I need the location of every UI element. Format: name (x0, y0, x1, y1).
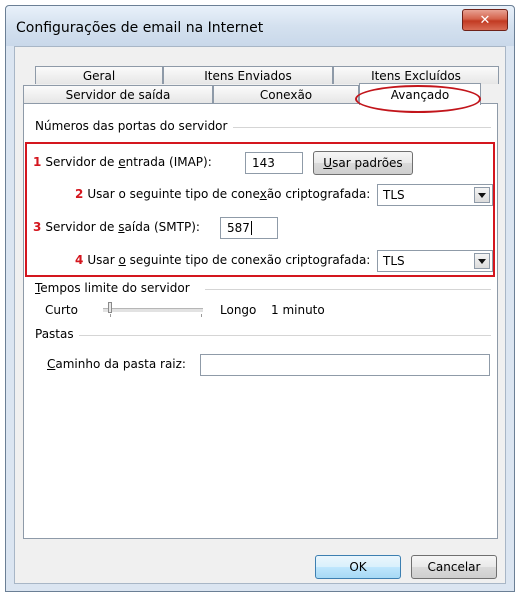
tab-label: Conexão (259, 87, 313, 102)
close-icon: ✕ (479, 12, 491, 28)
tab-label: Itens Excluídos (371, 68, 461, 83)
dialog-body: Geral Itens Enviados Itens Excluídos Ser… (14, 46, 506, 584)
window-title: Configurações de email na Internet (16, 20, 264, 36)
dropdown-arrow-icon[interactable] (474, 187, 490, 203)
incoming-server-label: 1 Servidor de entrada (IMAP): (33, 155, 212, 169)
outgoing-encryption-label: 4 Usar o seguinte tipo de conexão criptog… (75, 253, 371, 267)
folders-section-title: Pastas (35, 327, 74, 341)
tab-geral[interactable]: Geral (35, 66, 163, 84)
outgoing-encryption-select[interactable]: TLS (377, 250, 493, 272)
root-folder-path-label: Caminho da pasta raiz: (47, 357, 186, 371)
timeout-short-label: Curto (45, 303, 78, 317)
title-bar[interactable]: Configurações de email na Internet ✕ (6, 6, 514, 46)
annotation-number-2: 2 (75, 187, 84, 201)
root-folder-path-input[interactable] (200, 354, 490, 376)
cancel-button[interactable]: Cancelar (411, 555, 497, 579)
tab-servidor-de-saida[interactable]: Servidor de saída (23, 85, 213, 103)
tab-label: Geral (82, 68, 116, 83)
slider-tick (201, 314, 202, 317)
incoming-encryption-label: 2 Usar o seguinte tipo de conexão criptog… (75, 187, 371, 201)
incoming-port-input[interactable]: 143 (245, 152, 303, 174)
close-button[interactable]: ✕ (462, 9, 508, 31)
tab-label: Servidor de saída (65, 87, 171, 102)
timeouts-section-title: Tempos limite do servidor (35, 281, 190, 295)
annotation-ellipse (355, 85, 481, 113)
text-cursor (250, 221, 252, 235)
slider-tick (110, 314, 111, 317)
tab-label: Itens Enviados (204, 68, 292, 83)
timeout-slider-thumb[interactable] (108, 302, 112, 313)
outgoing-server-label: 3 Servidor de saída (SMTP): (33, 220, 200, 234)
timeout-long-label: Longo (220, 303, 257, 317)
dropdown-arrow-icon[interactable] (474, 253, 490, 269)
timeout-slider-track[interactable] (103, 308, 203, 312)
tab-conexao[interactable]: Conexão (213, 85, 359, 103)
dialog-window: Configurações de email na Internet ✕ Ger… (5, 5, 515, 592)
annotation-number-3: 3 (33, 220, 42, 234)
annotation-number-4: 4 (75, 253, 84, 267)
timeouts-section-separator (205, 289, 491, 290)
incoming-encryption-select[interactable]: TLS (377, 184, 493, 206)
tab-itens-enviados[interactable]: Itens Enviados (163, 66, 333, 84)
folders-section-separator (79, 335, 491, 336)
use-defaults-button[interactable]: Usar padrões (313, 151, 413, 175)
annotation-number-1: 1 (33, 155, 42, 169)
outgoing-port-input[interactable]: 587 (220, 217, 278, 239)
timeout-value: 1 minuto (271, 303, 325, 317)
ports-section-separator (233, 127, 491, 128)
ports-section-title: Números das portas do servidor (35, 119, 228, 133)
ok-button[interactable]: OK (315, 555, 401, 579)
tab-itens-excluidos[interactable]: Itens Excluídos (333, 66, 499, 84)
